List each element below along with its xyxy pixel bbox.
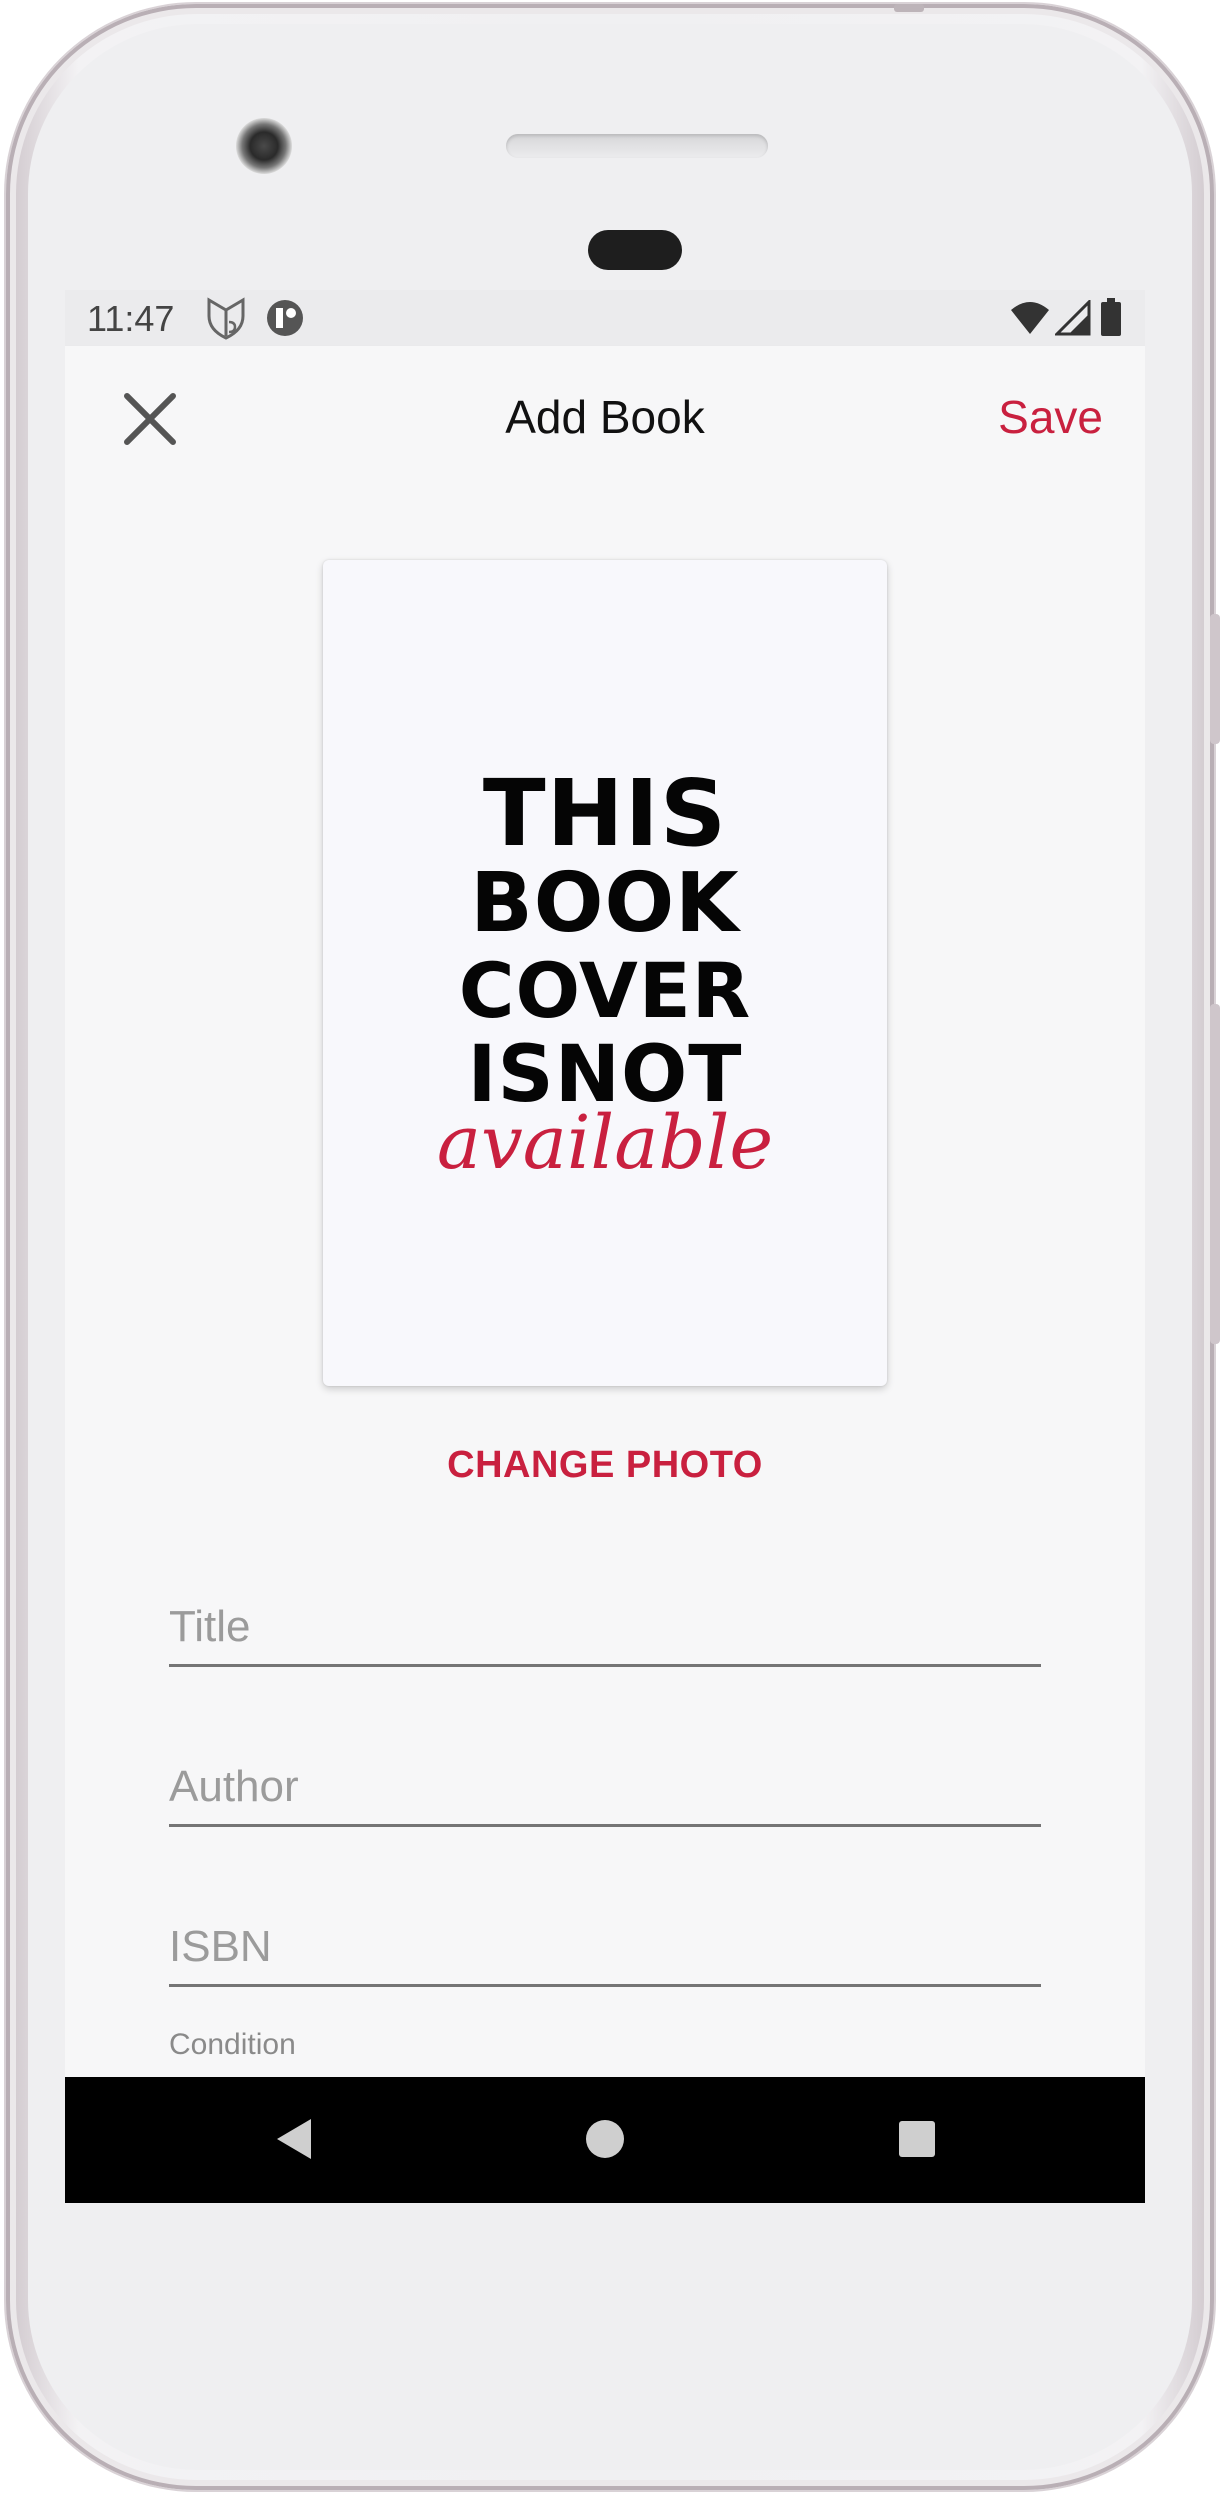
back-triangle-icon bbox=[277, 2119, 311, 2159]
earpiece-speaker bbox=[506, 134, 768, 158]
cover-line-2: BOOK bbox=[470, 856, 740, 951]
system-nav-bar bbox=[65, 2077, 1145, 2203]
back-button[interactable] bbox=[271, 2115, 315, 2168]
phone-screen: 11:47 Add Book Save THIS BOOK COVER ISNO… bbox=[65, 290, 1145, 2203]
cover-line-3: COVER bbox=[458, 946, 752, 1035]
front-camera bbox=[236, 118, 292, 174]
save-button[interactable]: Save bbox=[998, 390, 1103, 444]
condition-label: Condition bbox=[169, 2028, 296, 2061]
recents-button[interactable] bbox=[895, 2115, 939, 2168]
power-button-top bbox=[894, 4, 924, 12]
isbn-input[interactable] bbox=[169, 1914, 1041, 1980]
book-cover-image[interactable]: THIS BOOK COVER ISNOT available bbox=[323, 560, 887, 1386]
status-bar: 11:47 bbox=[65, 290, 1145, 346]
cover-line-1: THIS bbox=[482, 760, 728, 867]
wifi-icon bbox=[1009, 300, 1051, 341]
change-photo-button[interactable]: CHANGE PHOTO bbox=[65, 1444, 1145, 1487]
page-title: Add Book bbox=[505, 391, 705, 443]
shield-notification-icon bbox=[205, 296, 247, 345]
cover-available-text: available bbox=[436, 1100, 774, 1186]
status-time: 11:47 bbox=[87, 298, 175, 339]
author-field bbox=[169, 1754, 1041, 1827]
battery-icon bbox=[1101, 298, 1121, 341]
app-bar: Add Book Save bbox=[65, 346, 1145, 494]
signal-icon bbox=[1053, 298, 1091, 341]
title-input[interactable] bbox=[169, 1594, 1041, 1660]
home-button[interactable] bbox=[583, 2115, 627, 2168]
app-notification-icon bbox=[265, 298, 305, 343]
proximity-sensor bbox=[588, 230, 682, 270]
isbn-field bbox=[169, 1914, 1041, 1987]
home-circle-icon bbox=[586, 2120, 624, 2158]
side-button-upper bbox=[1210, 614, 1220, 744]
volume-rocker bbox=[1210, 1004, 1220, 1344]
add-book-form: THIS BOOK COVER ISNOT available CHANGE P… bbox=[65, 494, 1145, 2077]
title-field bbox=[169, 1594, 1041, 1667]
recents-square-icon bbox=[899, 2121, 935, 2157]
author-input[interactable] bbox=[169, 1754, 1041, 1820]
